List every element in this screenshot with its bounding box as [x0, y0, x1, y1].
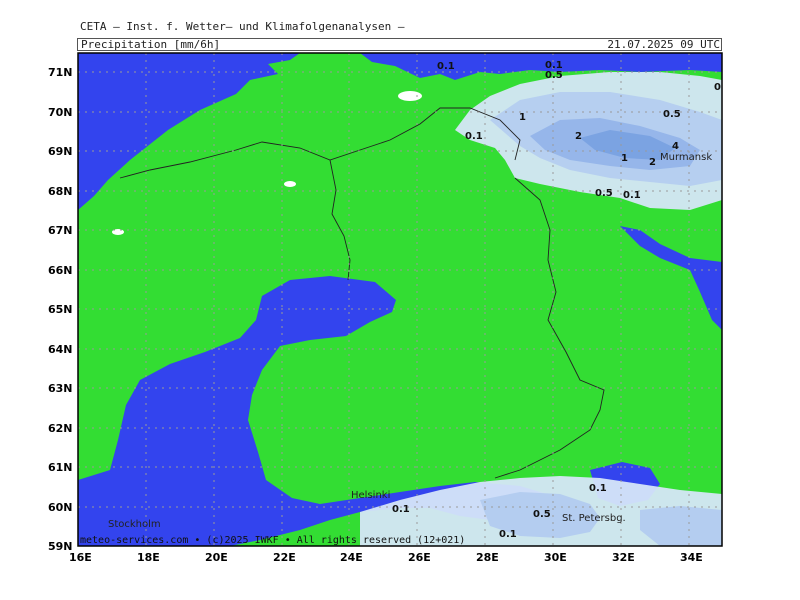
contour-label: 1	[621, 153, 628, 164]
contour-label: 4	[672, 141, 679, 152]
lon-tick-label: 30E	[544, 551, 567, 564]
lon-tick-label: 22E	[273, 551, 296, 564]
lat-tick-label: 63N	[48, 382, 73, 395]
contour-label: 0.1	[437, 61, 455, 72]
lat-tick-label: 69N	[48, 145, 73, 158]
lat-tick-label: 60N	[48, 501, 73, 514]
precipitation-map: 0.1 0.1 0.5 0.0 0.5 1 2 4 1 2 0.1 0.5 0.…	[48, 52, 732, 564]
city-label-st-petersburg: St. Petersbg.	[562, 513, 626, 524]
lat-tick-label: 64N	[48, 343, 73, 356]
city-label-murmansk: Murmansk	[660, 152, 712, 163]
contour-label: 0.1	[392, 504, 410, 515]
contour-label: 0.1	[589, 483, 607, 494]
lon-tick-label: 28E	[476, 551, 499, 564]
lat-tick-label: 65N	[48, 303, 73, 316]
lon-tick-label: 24E	[340, 551, 363, 564]
lon-tick-label: 32E	[612, 551, 635, 564]
contour-label: 0.1	[465, 131, 483, 142]
lat-axis: 71N 70N 69N 68N 67N 66N 65N 64N 63N 62N …	[48, 66, 73, 553]
lat-tick-label: 66N	[48, 264, 73, 277]
lat-tick-label: 70N	[48, 106, 73, 119]
contour-label: 0.5	[595, 188, 613, 199]
lat-tick-label: 68N	[48, 185, 73, 198]
city-label-stockholm: Stockholm	[108, 519, 161, 530]
contour-label: 0.5	[533, 509, 551, 520]
lat-tick-label: 62N	[48, 422, 73, 435]
lat-tick-label: 59N	[48, 540, 73, 553]
contour-label: 0.0	[714, 82, 732, 93]
city-label-helsinki: Helsinki	[351, 490, 390, 501]
lat-tick-label: 67N	[48, 224, 73, 237]
contour-label: 0.1	[499, 529, 517, 540]
contour-label: 0.5	[663, 109, 681, 120]
contour-label: 2	[575, 131, 582, 142]
lake-inari	[398, 91, 422, 101]
contour-label: 0.1	[623, 190, 641, 201]
lon-axis: 16E 18E 20E 22E 24E 26E 28E 30E 32E 34E	[69, 551, 703, 564]
contour-label: 2	[649, 157, 656, 168]
lat-tick-label: 61N	[48, 461, 73, 474]
lat-tick-label: 71N	[48, 66, 73, 79]
contour-label: 0.5	[545, 70, 563, 81]
contour-label: 1	[519, 112, 526, 123]
lon-tick-label: 20E	[205, 551, 228, 564]
lon-tick-label: 18E	[137, 551, 160, 564]
copyright-text: meteo-services.com • (c)2025 IWKF • All …	[80, 535, 465, 546]
lon-tick-label: 26E	[408, 551, 431, 564]
lake-small	[284, 181, 296, 187]
lon-tick-label: 34E	[680, 551, 703, 564]
